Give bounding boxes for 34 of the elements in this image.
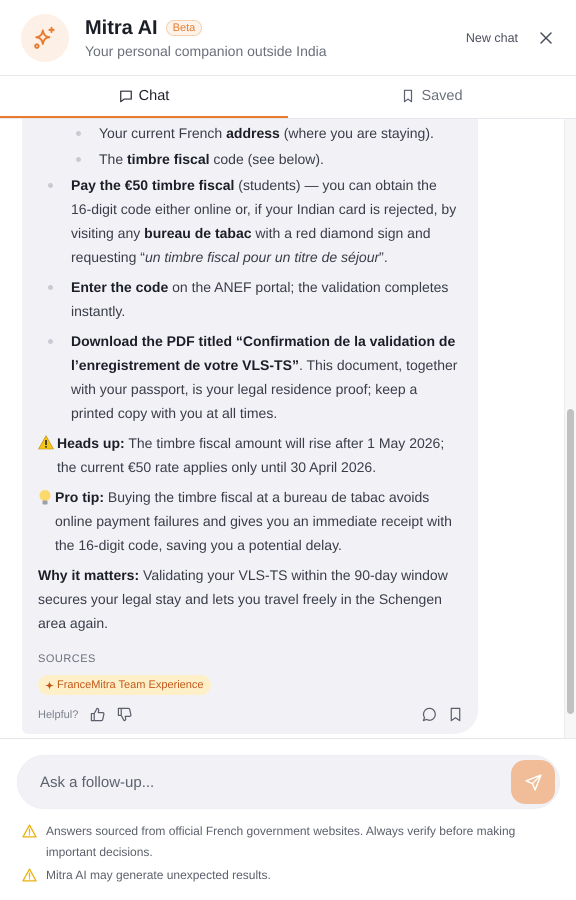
comment-icon[interactable] xyxy=(422,707,437,722)
answer-paragraph: Pro tip: Buying the timbre fiscal at a bureau de tabac avoids online payment failures and gives you an immediate receipt with the 16‑digit code, saving you a potential delay. xyxy=(55,488,453,555)
warning-icon xyxy=(22,868,37,882)
warning-icon xyxy=(22,824,37,838)
tab[interactable]: Saved xyxy=(288,76,576,118)
bullet-text: Download the PDF titled “Confirmation de la validation de l’enregistrement de votre VLS‑TS”. This document, together with your passport, is your legal residence proof; keep a printed copy with you at all times. xyxy=(71,332,458,423)
follow-up-field[interactable]: Ask a follow-up... xyxy=(17,755,560,809)
bullet-text: Pay the €50 timbre fiscal (students) — you can obtain the 16‑digit code either online or, if your Indian card is rejected, by visiting any bureau de tabac with a red diamond sign and requesting “un timbre fiscal pour un titre de séjour”. xyxy=(71,176,458,267)
bullet-text: The timbre fiscal code (see below). xyxy=(99,150,324,169)
disclaimer-text: Answers sourced from official French government websites. Always verify before making important decisions. xyxy=(46,823,516,861)
thumbs-down-icon[interactable] xyxy=(117,707,132,722)
bullet-text: Enter the code on the ANEF portal; the validation completes instantly. xyxy=(71,278,450,321)
scrollbar[interactable] xyxy=(564,119,576,738)
warning-icon xyxy=(38,435,54,450)
app-title: Mitra AI xyxy=(85,16,158,40)
bullet-text: Your current French address (where you are staying). xyxy=(99,124,434,143)
send-icon xyxy=(524,774,542,790)
sources-heading: SOURCES xyxy=(38,652,97,667)
app-subtitle: Your personal companion outside India xyxy=(85,42,328,58)
follow-up-input[interactable]: Ask a follow-up... xyxy=(38,772,511,792)
source-chip[interactable]: FranceMitra Team Experience xyxy=(38,675,211,695)
close-icon[interactable] xyxy=(538,30,554,46)
sparkle-logo-icon xyxy=(21,14,69,62)
answer-paragraph: Heads up: The timbre fiscal amount will rise after 1 May 2026; the current €50 rate applies only until 30 April 2026. xyxy=(57,434,446,477)
thumbs-up-icon[interactable] xyxy=(90,707,106,722)
new-chat-button[interactable]: New chat xyxy=(462,26,522,48)
helpful-label: Helpful? xyxy=(38,708,78,722)
sparkle-icon xyxy=(45,680,54,690)
disclaimer-text: Mitra AI may generate unexpected results. xyxy=(46,867,271,884)
chat-bubble-icon xyxy=(118,89,133,103)
bookmark-icon[interactable] xyxy=(449,707,462,722)
answer-paragraph: Why it matters: Validating your VLS‑TS within the 90‑day window secures your legal stay and lets you travel freely in the Schengen area again. xyxy=(38,566,449,633)
beta-badge: Beta xyxy=(166,20,202,36)
lightbulb-icon xyxy=(38,489,52,506)
